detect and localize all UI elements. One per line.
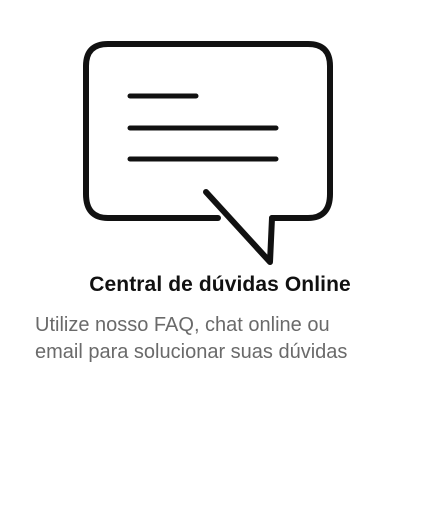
chat-bubble-icon — [82, 40, 334, 268]
feature-title: Central de dúvidas Online — [89, 273, 351, 296]
feature-description-line-2: email para solucionar suas dúvidas — [35, 341, 348, 363]
feature-description-line-1: Utilize nosso FAQ, chat online ou — [35, 314, 330, 336]
help-center-card: Central de dúvidas Online Utilize nosso … — [0, 0, 430, 514]
feature-description: Utilize nosso FAQ, chat online ou email … — [35, 312, 425, 366]
